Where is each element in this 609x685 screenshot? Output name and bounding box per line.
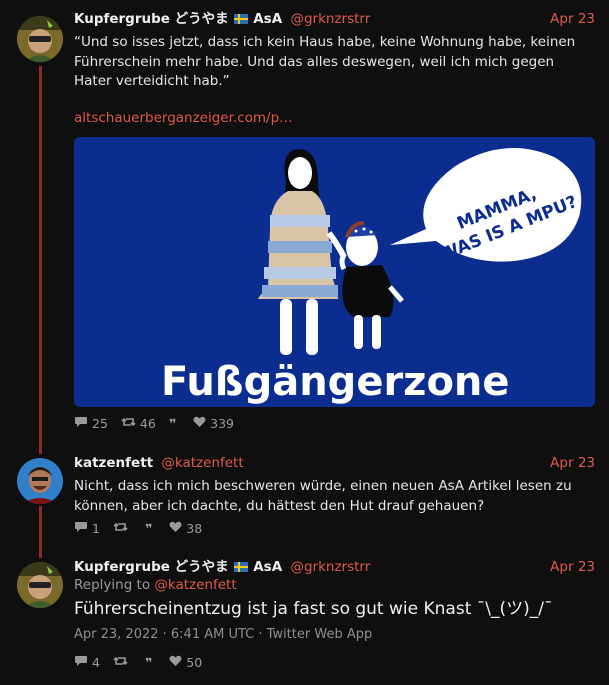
retweet-button[interactable]: 46 — [121, 416, 156, 431]
tweet-stats: 4 ❞ 50 — [74, 653, 215, 671]
display-name[interactable]: katzenfett — [74, 455, 153, 471]
replying-to: Replying to @katzenfett — [74, 577, 595, 593]
tweet-stats: 1 ❞ 38 — [74, 519, 215, 537]
tweet-header: Kupfergrube どうやま AsA @grknzrstrr Apr 23 — [74, 10, 595, 28]
like-button[interactable]: 38 — [169, 521, 202, 536]
swedish-flag-icon — [233, 14, 248, 24]
avatar[interactable] — [17, 562, 63, 608]
username[interactable]: @grknzrstrr — [290, 559, 370, 575]
tweet-header: katzenfett @katzenfett Apr 23 — [74, 454, 595, 472]
username[interactable]: @katzenfett — [161, 455, 243, 471]
tweet-date[interactable]: Apr 23 — [550, 10, 595, 28]
avatar[interactable] — [17, 458, 63, 504]
comment-icon — [74, 655, 88, 670]
tweet-text: Nicht, dass ich mich beschweren würde, e… — [74, 478, 572, 514]
tweet-text: Führerscheinentzug ist ja fast so gut wi… — [74, 599, 553, 619]
tweet-timestamp[interactable]: Apr 23, 2022 · 6:41 AM UTC · Twitter Web… — [74, 627, 595, 642]
quote-button[interactable]: ❞ — [145, 655, 156, 670]
comment-icon — [74, 521, 88, 536]
retweet-count: 46 — [139, 415, 156, 431]
retweet-button[interactable] — [113, 521, 132, 536]
display-name[interactable]: Kupfergrube どうやま — [74, 11, 229, 27]
quote-icon: ❞ — [168, 415, 177, 431]
tweet-1[interactable]: Kupfergrube どうやま AsA @grknzrstrr Apr 23 … — [0, 0, 609, 440]
tweet-date[interactable]: Apr 23 — [550, 454, 595, 472]
retweet-icon — [113, 521, 128, 536]
reply-count: 1 — [92, 520, 100, 536]
replying-to-label: Replying to — [74, 577, 151, 593]
heart-icon — [169, 655, 182, 670]
display-name[interactable]: Kupfergrube どうやま — [74, 559, 229, 575]
tweet-link[interactable]: altschauerberganzeiger.com/p… — [74, 110, 595, 126]
tweet-2[interactable]: katzenfett @katzenfett Apr 23 Nicht, das… — [0, 444, 609, 544]
like-button[interactable]: 50 — [169, 655, 202, 670]
quote-button[interactable]: ❞ — [145, 521, 156, 536]
like-count: 339 — [210, 415, 235, 431]
quote-icon: ❞ — [144, 520, 153, 536]
replying-to-handle[interactable]: @katzenfett — [154, 577, 236, 593]
reply-button[interactable]: 25 — [74, 416, 108, 431]
tweet-stats: 25 46 ❞ 339 — [74, 414, 247, 432]
reply-count: 4 — [92, 654, 100, 670]
like-count: 50 — [186, 654, 203, 670]
avatar[interactable] — [17, 16, 63, 62]
heart-icon — [169, 521, 182, 536]
like-count: 38 — [186, 520, 203, 536]
display-name-suffix[interactable]: AsA — [253, 559, 282, 575]
tweet-date[interactable]: Apr 23 — [550, 558, 595, 576]
swedish-flag-icon — [233, 562, 248, 572]
media-caption: Fußgängerzone — [161, 359, 510, 405]
quote-button[interactable]: ❞ — [169, 416, 180, 431]
retweet-button[interactable] — [113, 655, 132, 670]
username[interactable]: @grknzrstrr — [290, 11, 370, 27]
quote-icon: ❞ — [144, 654, 153, 670]
retweet-icon — [113, 655, 128, 670]
tweet-media-image[interactable]: MAMMA, WAS IS A MPU? Fußgängerzone — [74, 137, 595, 407]
reply-button[interactable]: 4 — [74, 655, 100, 670]
heart-icon — [193, 416, 206, 431]
tweet-header: Kupfergrube どうやま AsA @grknzrstrr Apr 23 — [74, 558, 595, 576]
like-button[interactable]: 339 — [193, 416, 234, 431]
comment-icon — [74, 416, 88, 431]
reply-button[interactable]: 1 — [74, 521, 100, 536]
retweet-icon — [121, 416, 136, 431]
reply-count: 25 — [92, 415, 108, 431]
display-name-suffix[interactable]: AsA — [253, 11, 282, 27]
tweet-3[interactable]: Kupfergrube どうやま AsA @grknzrstrr Apr 23 … — [0, 548, 609, 685]
tweet-text: “Und so isses jetzt, dass ich kein Haus … — [74, 34, 576, 89]
